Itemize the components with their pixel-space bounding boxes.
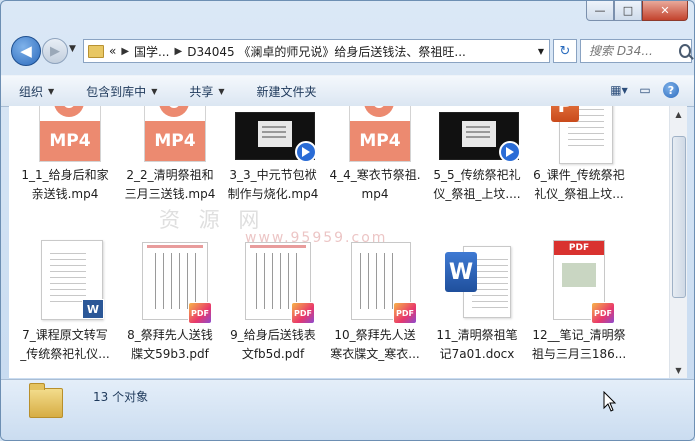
- new-folder-button[interactable]: 新建文件夹: [257, 83, 317, 100]
- scroll-down-button[interactable]: ▼: [670, 362, 687, 378]
- powerpoint-icon: P: [537, 106, 621, 164]
- file-item[interactable]: W 11_清明祭祖笔 记7a01.docx: [425, 240, 529, 364]
- file-name: 8_祭拜先人送钱 牒文59b3.pdf: [127, 328, 213, 361]
- word-document-icon: W: [23, 240, 107, 322]
- file-name: 3_3_中元节包袱 制作与烧化.mp4: [227, 168, 319, 201]
- chevron-down-icon: ▼: [218, 86, 225, 96]
- arrow-right-icon: ▶: [50, 43, 60, 59]
- file-item[interactable]: 5_5_传统祭祀礼 仪_祭祖_上坟....: [425, 106, 529, 204]
- file-name: 6_课件_传统祭祀 礼仪_祭祖上坟...: [533, 168, 625, 201]
- include-in-library-menu[interactable]: 包含到库中 ▼: [86, 83, 157, 100]
- arrow-left-icon: ◀: [20, 42, 32, 60]
- command-bar: 组织 ▼ 包含到库中 ▼ 共享 ▼ 新建文件夹 ▦ ▼ ▭ ?: [1, 75, 694, 107]
- close-button[interactable]: ✕: [642, 1, 688, 21]
- breadcrumb-item[interactable]: 国学...: [134, 43, 169, 60]
- pdf-icon: PDF: [231, 240, 315, 324]
- file-name: 9_给身后送钱表 文fb5d.pdf: [230, 328, 316, 361]
- mp4-icon: MP4: [128, 106, 212, 162]
- file-name: 11_清明祭祖笔 记7a01.docx: [436, 328, 518, 361]
- view-options-button[interactable]: ▦ ▼: [608, 80, 630, 100]
- file-item[interactable]: PDF 9_给身后送钱表 文fb5d.pdf: [221, 240, 325, 364]
- file-item[interactable]: 3_3_中元节包袱 制作与烧化.mp4: [221, 106, 325, 204]
- file-name: 5_5_传统祭祀礼 仪_祭祖_上坟....: [433, 168, 521, 201]
- help-icon: ?: [663, 82, 679, 98]
- file-list[interactable]: MP4 1_1_给身后和家 亲送钱.mp4 MP4 2_2_清明祭祖和 三月三送钱.…: [9, 106, 669, 378]
- address-bar[interactable]: « ▶ 国学... ▶ D34045 《澜卓的师兄说》给身后送钱法、祭祖旺...: [83, 39, 535, 63]
- share-menu[interactable]: 共享 ▼: [189, 83, 224, 100]
- breadcrumb-separator-icon[interactable]: ▶: [121, 46, 129, 57]
- file-item[interactable]: P 6_课件_传统祭祀礼仪_祭祖上坟...: [527, 106, 631, 204]
- vertical-scrollbar[interactable]: ▲ ▼: [669, 106, 687, 378]
- breadcrumb-overflow[interactable]: «: [109, 44, 116, 58]
- breadcrumb-separator-icon[interactable]: ▶: [175, 46, 183, 57]
- share-label: 共享: [189, 84, 214, 99]
- explorer-window: — □ ✕ ◀ ▶ ▼ « ▶ 国学... ▶ D34045 《澜卓的师兄说》给…: [0, 0, 695, 441]
- view-grid-icon: ▦: [610, 83, 622, 97]
- file-name: 1_1_给身后和家 亲送钱.mp4: [21, 168, 109, 201]
- breadcrumb-current[interactable]: D34045 《澜卓的师兄说》给身后送钱法、祭祖旺...: [187, 43, 466, 60]
- address-dropdown-button[interactable]: ▼: [533, 39, 550, 63]
- scroll-thumb[interactable]: [672, 136, 686, 298]
- chevron-up-icon: ▲: [675, 109, 682, 119]
- file-item[interactable]: PDF PDF 12__笔记_清明祭 祖与三月三186...: [527, 240, 631, 364]
- scroll-up-button[interactable]: ▲: [670, 106, 687, 122]
- mouse-cursor-icon: [603, 391, 617, 412]
- file-name: 7_课程原文转写 _传统祭祀礼仪...: [20, 328, 110, 361]
- include-in-library-label: 包含到库中: [86, 84, 147, 99]
- mp4-icon: MP4: [23, 106, 107, 162]
- maximize-button[interactable]: □: [614, 1, 642, 21]
- video-thumbnail-icon: [435, 106, 521, 163]
- chevron-down-icon: ▼: [69, 44, 76, 54]
- pdf-icon: PDF: [128, 240, 212, 324]
- refresh-button[interactable]: ↻: [553, 39, 577, 63]
- video-play-icon: [499, 141, 521, 163]
- minimize-button[interactable]: —: [586, 1, 614, 21]
- chevron-down-icon: ▼: [151, 86, 158, 96]
- file-item[interactable]: W 7_课程原文转写 _传统祭祀礼仪...: [13, 240, 117, 364]
- help-button[interactable]: ?: [660, 80, 682, 100]
- details-pane: 13 个对象: [1, 379, 694, 440]
- mp4-icon: MP4: [333, 106, 417, 162]
- folder-icon: [88, 44, 104, 58]
- search-icon[interactable]: [679, 44, 691, 58]
- watermark-url: www.95959.com: [245, 230, 388, 246]
- back-button[interactable]: ◀: [11, 36, 41, 66]
- new-folder-label: 新建文件夹: [256, 84, 317, 99]
- word-docx-icon: W: [435, 240, 519, 322]
- file-item[interactable]: MP4 1_1_给身后和家 亲送钱.mp4: [13, 106, 117, 204]
- caption-buttons: — □ ✕: [586, 1, 688, 21]
- folder-icon: [29, 383, 63, 418]
- pdf-icon: PDF: [333, 240, 417, 324]
- file-item[interactable]: PDF 8_祭拜先人送钱 牒文59b3.pdf: [118, 240, 222, 364]
- file-name: 12__笔记_清明祭 祖与三月三186...: [531, 328, 627, 361]
- preview-pane-button[interactable]: ▭: [634, 80, 656, 100]
- preview-pane-icon: ▭: [639, 83, 651, 97]
- file-name: 10_祭拜先人送 寒衣牒文_寒衣...: [330, 328, 420, 361]
- pdf-icon: PDF PDF: [537, 240, 621, 324]
- forward-button[interactable]: ▶: [42, 38, 68, 64]
- file-name: 4_4_寒衣节祭祖. mp4: [329, 168, 421, 201]
- file-item[interactable]: MP4 2_2_清明祭祖和 三月三送钱.mp4: [118, 106, 222, 204]
- file-item[interactable]: MP4 4_4_寒衣节祭祖. mp4: [323, 106, 427, 204]
- video-play-icon: [295, 141, 317, 163]
- search-box[interactable]: [580, 39, 692, 63]
- refresh-icon: ↻: [559, 43, 571, 59]
- item-count: 13 个对象: [93, 390, 149, 404]
- file-item[interactable]: PDF 10_祭拜先人送 寒衣牒文_寒衣...: [323, 240, 427, 364]
- organize-label: 组织: [19, 84, 44, 99]
- chevron-down-icon: ▼: [675, 365, 682, 375]
- chevron-down-icon: ▼: [48, 86, 55, 96]
- chevron-down-icon: ▼: [621, 85, 628, 95]
- video-thumbnail-icon: [231, 106, 317, 163]
- organize-menu[interactable]: 组织 ▼: [19, 83, 54, 100]
- file-name: 2_2_清明祭祖和 三月三送钱.mp4: [124, 168, 216, 201]
- navigation-bar: ◀ ▶ ▼ « ▶ 国学... ▶ D34045 《澜卓的师兄说》给身后送钱法、…: [9, 35, 692, 66]
- search-input[interactable]: [587, 43, 677, 59]
- recent-pages-dropdown[interactable]: ▼: [69, 44, 76, 54]
- view-controls: ▦ ▼ ▭ ?: [604, 80, 682, 100]
- chevron-down-icon: ▼: [537, 46, 545, 56]
